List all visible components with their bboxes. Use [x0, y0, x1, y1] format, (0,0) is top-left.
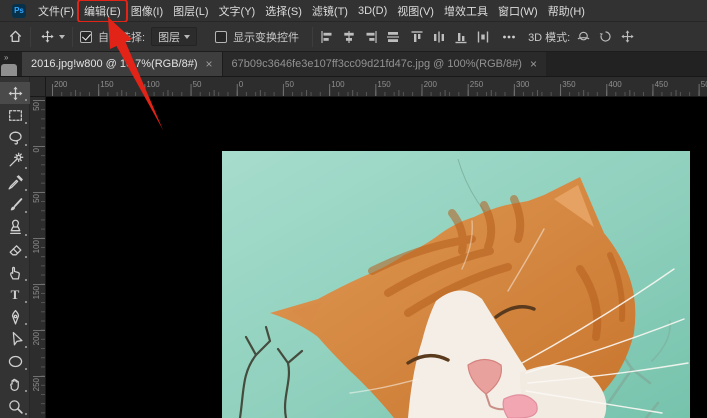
document-tab-1[interactable]: 2016.jpg!w800 @ 16.7%(RGB/8#) ×	[22, 52, 222, 76]
show-transform-checkbox[interactable]	[215, 31, 227, 43]
3d-orbit-icon[interactable]	[576, 29, 591, 44]
eraser-tool[interactable]	[0, 239, 30, 261]
h-ruler-label: 50	[193, 80, 202, 89]
h-ruler-label: 150	[100, 80, 113, 89]
distribute-bottom-icon[interactable]	[454, 30, 468, 44]
chevron-down-icon	[184, 35, 190, 39]
eyedropper-tool[interactable]	[0, 172, 30, 194]
photoshop-logo-icon: Ps	[12, 4, 26, 18]
distribute-spacing-icon[interactable]	[476, 30, 490, 44]
menu-item-file[interactable]: 文件(F)	[33, 1, 79, 21]
align-center-horizontal-icon[interactable]	[342, 30, 356, 44]
h-ruler-label: 450	[655, 80, 668, 89]
tab-title: 67b09c3646fe3e107ff3cc09d21fd47c.jpg @ 1…	[232, 58, 522, 70]
v-ruler-label: 250	[32, 378, 41, 391]
distribute-center-h-icon[interactable]	[432, 30, 446, 44]
3d-roll-icon[interactable]	[598, 29, 613, 44]
auto-select-checkbox[interactable]	[80, 31, 92, 43]
horizontal-ruler[interactable]: 2001501005005010015020025030035040045050…	[46, 77, 707, 97]
tab-close-icon[interactable]: ×	[205, 58, 212, 70]
align-left-icon[interactable]	[320, 30, 334, 44]
separator	[30, 27, 31, 47]
zoom-tool[interactable]	[0, 395, 30, 417]
show-transform-label: 显示变换控件	[233, 29, 299, 45]
separator	[72, 27, 73, 47]
quick-selection-tool[interactable]	[0, 149, 30, 171]
move-tool[interactable]	[0, 82, 30, 104]
tab-close-icon[interactable]: ×	[530, 58, 537, 70]
v-ruler-label: 0	[32, 148, 41, 152]
home-icon[interactable]	[8, 29, 23, 44]
smudge-tool[interactable]	[0, 261, 30, 283]
h-ruler-label: 50	[285, 80, 294, 89]
tab-title: 2016.jpg!w800 @ 16.7%(RGB/8#)	[31, 58, 197, 70]
h-ruler-label: 200	[424, 80, 437, 89]
brush-tool[interactable]	[0, 194, 30, 216]
tool-panel-grip	[1, 64, 17, 76]
type-tool[interactable]: T	[0, 284, 30, 306]
cat-photo	[222, 151, 690, 418]
v-ruler-label: 50	[32, 102, 41, 111]
v-ruler-label: 50	[32, 194, 41, 203]
h-ruler-label: 500	[701, 80, 707, 89]
auto-select-target-dropdown[interactable]: 图层	[151, 27, 197, 46]
lasso-tool[interactable]	[0, 127, 30, 149]
h-ruler-label: 100	[146, 80, 159, 89]
photoshop-window: Ps 文件(F)编辑(E)图像(I)图层(L)文字(Y)选择(S)滤镜(T)3D…	[0, 0, 707, 418]
chevron-down-icon	[59, 35, 65, 39]
direct-selection-tool[interactable]	[0, 328, 30, 350]
menu-item-3d[interactable]: 3D(D)	[353, 3, 392, 19]
hand-tool[interactable]	[0, 373, 30, 395]
auto-select-target-value: 图层	[158, 29, 180, 45]
marquee-tool[interactable]	[0, 104, 30, 126]
3d-mode-label: 3D 模式:	[528, 29, 570, 45]
distribute-top-icon[interactable]	[410, 30, 424, 44]
3d-pan-icon[interactable]	[620, 29, 635, 44]
vertical-ruler[interactable]: 50050100150200250300	[30, 97, 46, 418]
h-ruler-label: 150	[377, 80, 390, 89]
menu-item-layer[interactable]: 图层(L)	[168, 1, 213, 21]
menu-items: 文件(F)编辑(E)图像(I)图层(L)文字(Y)选择(S)滤镜(T)3D(D)…	[33, 0, 590, 21]
menu-item-plugins[interactable]: 增效工具	[439, 1, 493, 21]
h-ruler-label: 250	[470, 80, 483, 89]
options-bar: 自动选择: 图层 显示变换控件 3D 模式:	[0, 22, 707, 52]
tool-palette: T	[0, 77, 30, 418]
pen-tool[interactable]	[0, 306, 30, 328]
panel-collapse-icon[interactable]: »	[4, 53, 7, 62]
more-options-icon[interactable]	[502, 30, 516, 44]
auto-select-label: 自动选择:	[98, 29, 145, 45]
canvas-area[interactable]	[46, 97, 707, 418]
document-tab-2[interactable]: 67b09c3646fe3e107ff3cc09d21fd47c.jpg @ 1…	[222, 52, 546, 76]
menu-item-view[interactable]: 视图(V)	[392, 1, 439, 21]
move-tool-preset-icon[interactable]	[40, 29, 65, 44]
h-ruler-label: 350	[562, 80, 575, 89]
menu-item-window[interactable]: 窗口(W)	[493, 1, 543, 21]
menu-bar: Ps 文件(F)编辑(E)图像(I)图层(L)文字(Y)选择(S)滤镜(T)3D…	[0, 0, 707, 22]
h-ruler-label: 300	[516, 80, 529, 89]
h-ruler-label: 0	[239, 80, 243, 89]
ellipse-tool[interactable]	[0, 351, 30, 373]
type-tool-glyph: T	[11, 287, 20, 303]
tab-bar-left-column: »	[0, 52, 22, 76]
align-center-vertical-icon[interactable]	[386, 30, 400, 44]
menu-item-image[interactable]: 图像(I)	[126, 1, 168, 21]
separator	[312, 27, 313, 47]
ruler-corner	[30, 77, 46, 97]
menu-item-edit[interactable]: 编辑(E)	[79, 1, 126, 21]
menu-item-type[interactable]: 文字(Y)	[214, 1, 261, 21]
menu-item-select[interactable]: 选择(S)	[260, 1, 307, 21]
v-ruler-label: 150	[32, 286, 41, 299]
v-ruler-label: 200	[32, 332, 41, 345]
align-right-icon[interactable]	[364, 30, 378, 44]
v-ruler-label: 100	[32, 240, 41, 253]
menu-item-filter[interactable]: 滤镜(T)	[307, 1, 353, 21]
menu-item-help[interactable]: 帮助(H)	[543, 1, 590, 21]
h-ruler-label: 200	[54, 80, 67, 89]
h-ruler-label: 400	[608, 80, 621, 89]
document-tabs: 2016.jpg!w800 @ 16.7%(RGB/8#) × 67b09c3646…	[22, 52, 546, 76]
document-tab-bar: » 2016.jpg!w800 @ 16.7%(RGB/8#) × 67b09c36…	[0, 52, 707, 77]
clone-stamp-tool[interactable]	[0, 216, 30, 238]
h-ruler-label: 100	[331, 80, 344, 89]
